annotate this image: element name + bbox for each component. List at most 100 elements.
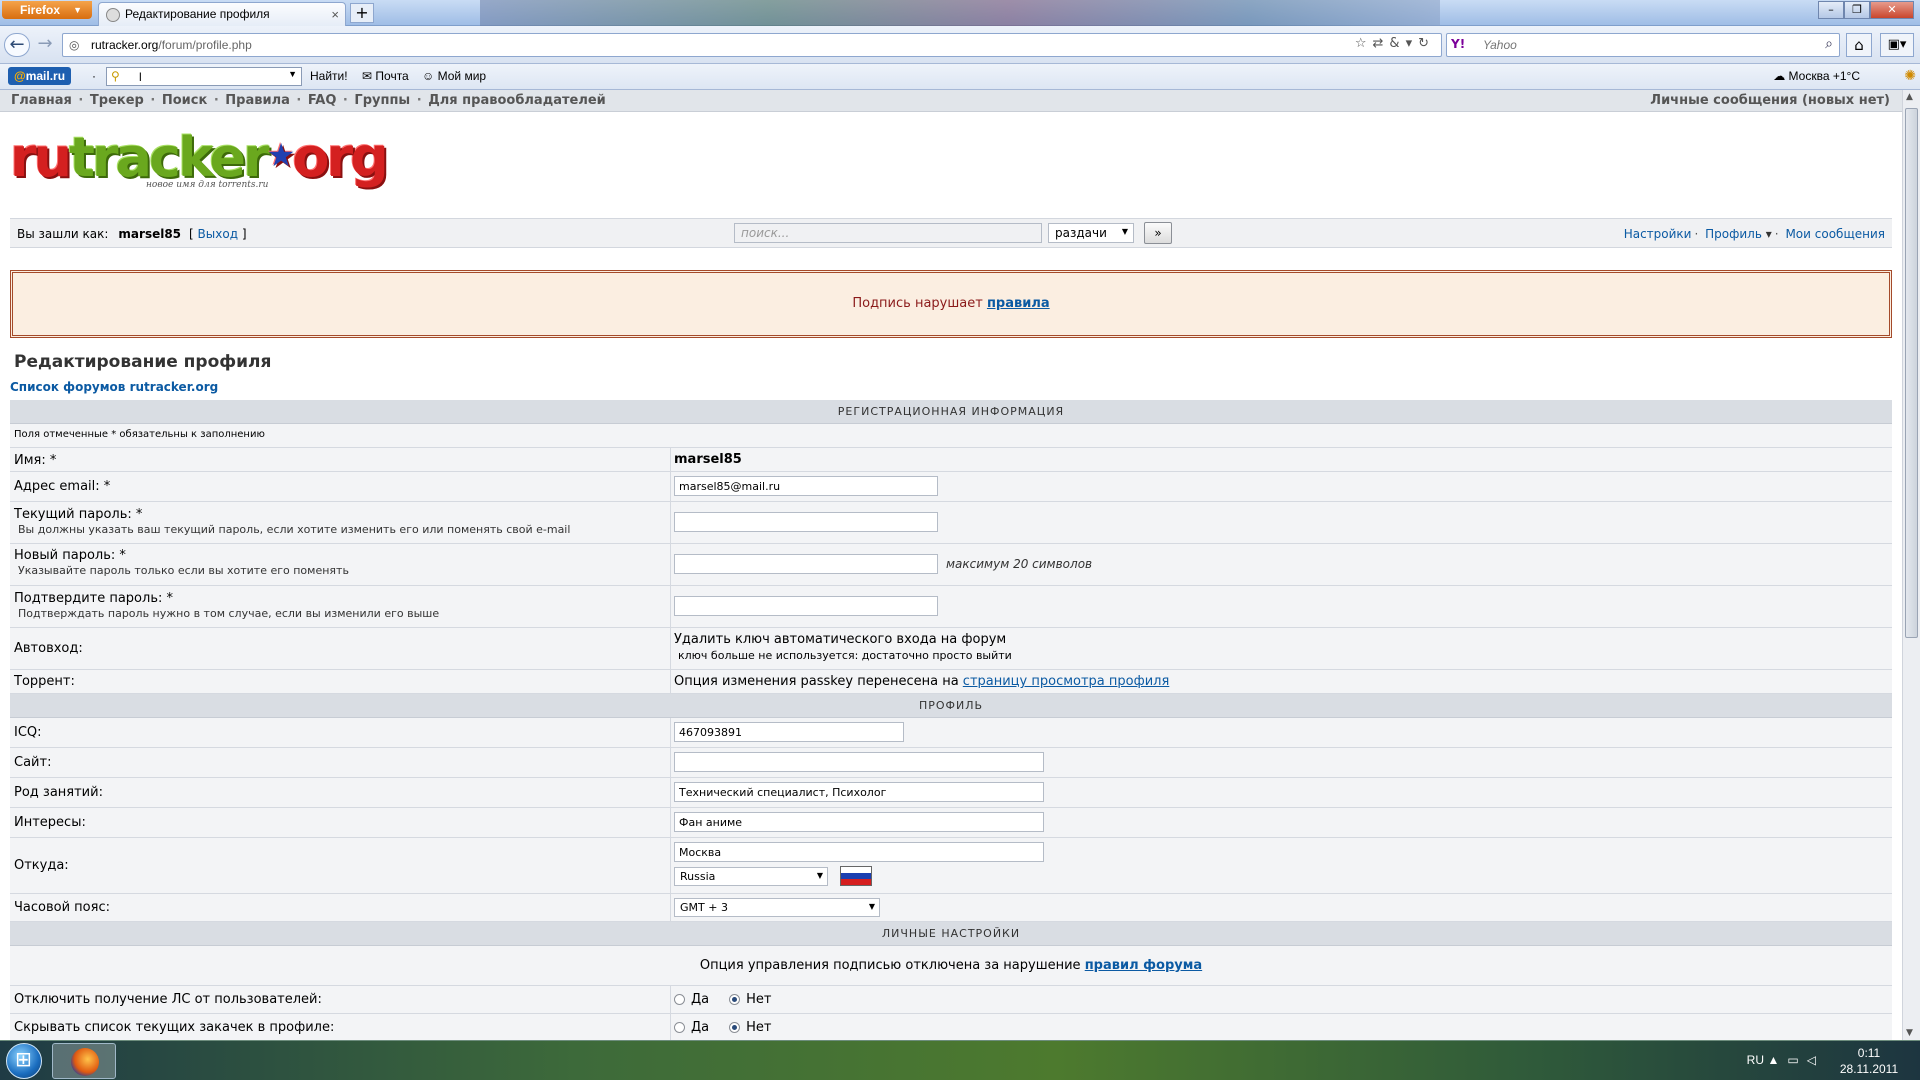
timezone-select[interactable]: GMT + 3 ▼ xyxy=(674,898,880,917)
reload-icon[interactable]: ↻ xyxy=(1418,36,1435,51)
forum-rules-link[interactable]: правил форума xyxy=(1085,958,1202,973)
weather-widget[interactable]: ☁ Москва +1°C xyxy=(1773,69,1860,83)
browser-tab[interactable]: Редактирование профиля × xyxy=(98,2,346,26)
mailru-myworld-button[interactable]: ☺ Мой мир xyxy=(422,69,486,83)
site-logo[interactable]: rutracker★org новое имя для torrents.ru xyxy=(10,126,389,192)
mailru-search-input[interactable] xyxy=(137,69,277,84)
section-registration-header: РЕГИСТРАЦИОННАЯ ИНФОРМАЦИЯ xyxy=(10,400,1892,424)
volume-icon[interactable]: ◁ xyxy=(1807,1053,1824,1067)
site-field[interactable] xyxy=(674,752,1044,772)
row-email: Адрес email: * xyxy=(10,472,1892,502)
nav-link-search[interactable]: Поиск xyxy=(162,93,207,108)
row-torrent: Торрент: Опция изменения passkey перенес… xyxy=(10,670,1892,694)
hide-downloads-yes-radio[interactable] xyxy=(674,1022,685,1033)
site-top-nav: Главная · Трекер · Поиск · Правила · FAQ… xyxy=(0,90,1902,112)
section-personal-header: ЛИЧНЫЕ НАСТРОЙКИ xyxy=(10,922,1892,946)
current-password-field[interactable] xyxy=(674,512,938,532)
url-bar[interactable]: ◎ rutracker.org/forum/profile.php ☆⇄&▾↻ xyxy=(62,33,1442,57)
site-identity-icon[interactable]: ◎ xyxy=(69,38,79,52)
hide-downloads-no-radio[interactable] xyxy=(729,1022,741,1033)
nav-link-rules[interactable]: Правила xyxy=(225,93,290,108)
interests-field[interactable] xyxy=(674,812,1044,832)
chevron-down-icon[interactable]: ▾ xyxy=(1406,36,1419,51)
start-button[interactable] xyxy=(6,1043,42,1079)
taskbar-firefox-button[interactable] xyxy=(52,1043,116,1079)
bookmarks-button[interactable]: ▣▾ xyxy=(1880,33,1914,57)
bookmark-star-icon[interactable]: ☆ xyxy=(1355,36,1373,51)
column-divider xyxy=(670,718,671,747)
nav-link-groups[interactable]: Группы xyxy=(354,93,410,108)
hide-downloads-no-label: Нет xyxy=(746,1020,772,1035)
translate-icon[interactable]: ⇄ xyxy=(1373,36,1390,51)
chevron-down-icon: ▼ xyxy=(868,902,875,911)
column-divider xyxy=(670,748,671,777)
occupation-field[interactable] xyxy=(674,782,1044,802)
email-label: Адрес email: * xyxy=(14,479,111,494)
chevron-down-icon[interactable]: ▼ xyxy=(288,69,297,79)
network-icon[interactable]: ▭ xyxy=(1787,1053,1806,1067)
browser-search-input[interactable] xyxy=(1481,36,1801,54)
row-hide-downloads: Скрывать список текущих закачек в профил… xyxy=(10,1014,1892,1040)
disable-pm-no-radio[interactable] xyxy=(729,994,741,1005)
logo-part-org: org xyxy=(292,126,388,189)
settings-link[interactable]: Настройки xyxy=(1624,227,1692,241)
forward-button[interactable]: → xyxy=(32,33,58,57)
hide-downloads-label: Скрывать список текущих закачек в профил… xyxy=(14,1020,335,1035)
profile-view-link[interactable]: страницу просмотра профиля xyxy=(963,674,1170,689)
search-icon[interactable]: ⌕ xyxy=(1825,36,1833,52)
required-note: Поля отмеченные * обязательны к заполнен… xyxy=(14,429,265,440)
window-close-button[interactable]: ✕ xyxy=(1870,1,1914,19)
minimize-button[interactable]: – xyxy=(1818,1,1844,19)
nav-link-faq[interactable]: FAQ xyxy=(308,93,337,108)
scroll-up-icon[interactable]: ▲ xyxy=(1906,92,1913,102)
new-tab-button[interactable]: + xyxy=(350,3,374,23)
new-password-field[interactable] xyxy=(674,554,938,574)
location-field[interactable] xyxy=(674,842,1044,862)
email-field[interactable] xyxy=(674,476,938,496)
search-engine-icon[interactable]: Y! xyxy=(1451,37,1465,51)
private-messages-link[interactable]: Личные сообщения (новых нет) xyxy=(1650,93,1890,108)
mailru-logo[interactable]: @mail.ru xyxy=(8,67,72,85)
logout-link[interactable]: Выход xyxy=(198,227,238,241)
breadcrumb-forum-list[interactable]: Список форумов rutracker.org xyxy=(10,380,218,394)
chevron-down-icon: ▼ xyxy=(1121,227,1128,236)
search-scope-select[interactable]: раздачи ▼ xyxy=(1048,223,1134,243)
scroll-down-icon[interactable]: ▼ xyxy=(1906,1028,1913,1038)
nav-link-home[interactable]: Главная xyxy=(11,93,72,108)
nav-separator: · xyxy=(209,93,224,108)
nav-link-tracker[interactable]: Трекер xyxy=(90,93,144,108)
column-divider xyxy=(670,670,671,693)
mailru-find-button[interactable]: Найти! xyxy=(310,69,348,83)
autologin-delete-key[interactable]: Удалить ключ автоматического входа на фо… xyxy=(674,632,1006,647)
back-button[interactable]: ← xyxy=(4,33,30,57)
taskbar-clock[interactable]: 0:11 28.11.2011 xyxy=(1834,1045,1904,1077)
profile-link[interactable]: Профиль xyxy=(1705,227,1762,241)
nav-link-rightholders[interactable]: Для правообладателей xyxy=(428,93,606,108)
confirm-password-field[interactable] xyxy=(674,596,938,616)
page-title: Редактирование профиля xyxy=(14,352,272,372)
disable-pm-yes-radio[interactable] xyxy=(674,994,685,1005)
profile-menu-icon[interactable]: ▾ xyxy=(1766,227,1772,241)
search-go-button[interactable]: » xyxy=(1144,222,1172,244)
settings-gear-icon[interactable]: ✺ xyxy=(1904,67,1916,84)
maximize-button[interactable]: ❐ xyxy=(1844,1,1870,19)
close-tab-icon[interactable]: × xyxy=(331,7,339,22)
my-messages-link[interactable]: Мои сообщения xyxy=(1785,227,1885,241)
ampersand-icon[interactable]: & xyxy=(1389,36,1405,51)
home-button[interactable]: ⌂ xyxy=(1846,33,1872,57)
country-select[interactable]: Russia ▼ xyxy=(674,866,828,886)
browser-search-box[interactable]: Y! ⌕ xyxy=(1446,33,1840,57)
mailru-search-box[interactable]: ⚲ ▼ xyxy=(106,67,302,86)
tray-expand-icon[interactable]: ▲ xyxy=(1768,1053,1788,1067)
vertical-scrollbar[interactable]: ▲ ▼ xyxy=(1902,90,1920,1040)
site-search-input[interactable]: поиск... xyxy=(734,223,1042,243)
language-indicator[interactable]: RU xyxy=(1747,1053,1764,1067)
rules-link[interactable]: правила xyxy=(987,296,1050,311)
row-autologin: Автовход: Удалить ключ автоматического в… xyxy=(10,628,1892,670)
icq-field[interactable] xyxy=(674,722,904,742)
row-disable-pm: Отключить получение ЛС от пользователей:… xyxy=(10,986,1892,1014)
url-text[interactable]: rutracker.org/forum/profile.php xyxy=(91,38,252,52)
firefox-menu-button[interactable]: Firefox ▼ xyxy=(2,1,92,19)
scrollbar-thumb[interactable] xyxy=(1905,108,1918,638)
mailru-mail-button[interactable]: ✉ Почта xyxy=(362,69,409,83)
